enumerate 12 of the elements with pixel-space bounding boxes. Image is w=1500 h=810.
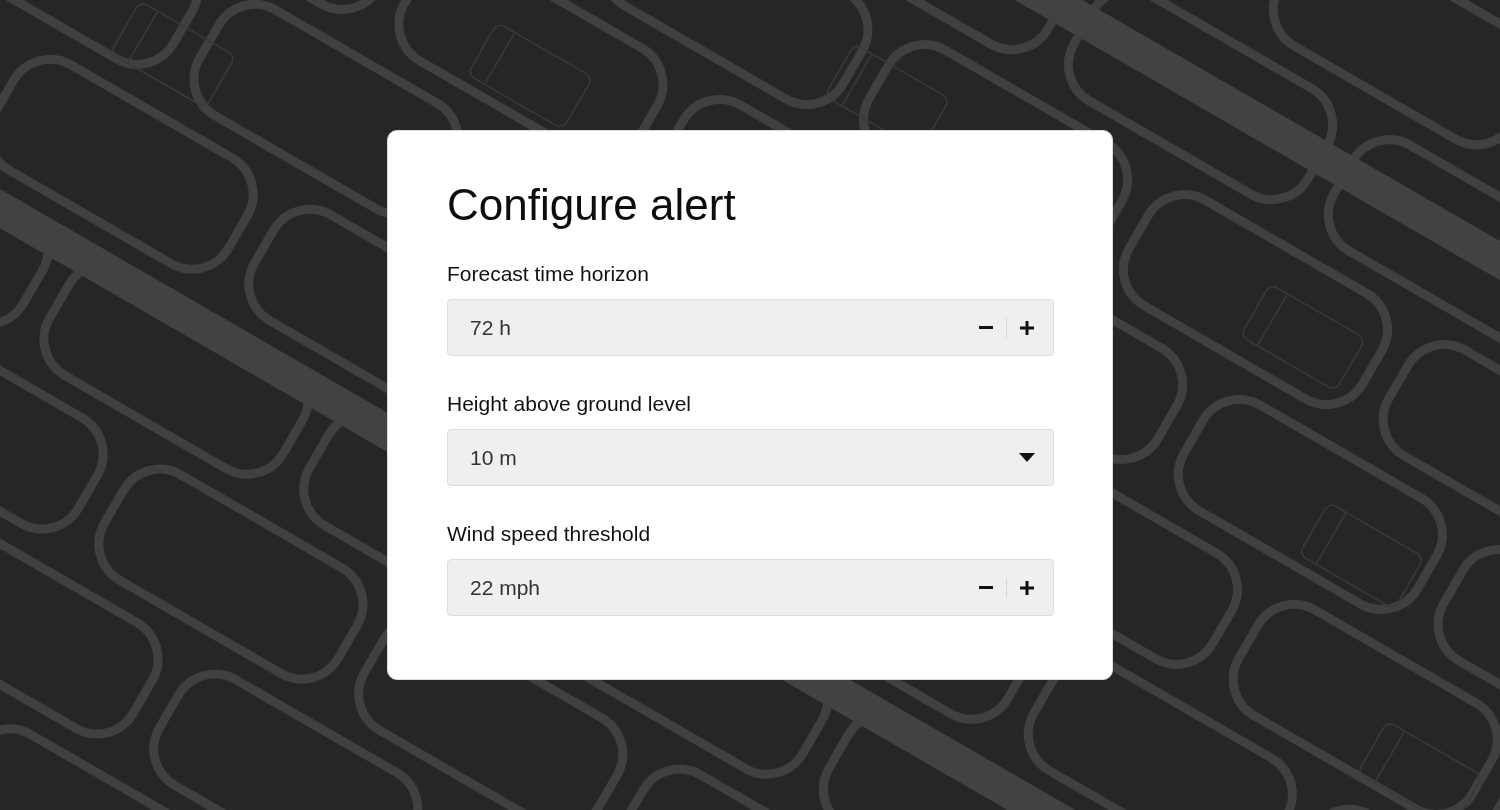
number-field[interactable]: 22 mph xyxy=(447,559,1054,616)
minus-icon xyxy=(979,586,993,589)
dialog-title: Configure alert xyxy=(447,179,736,231)
minus-icon xyxy=(979,326,993,329)
caret-icon xyxy=(1019,453,1035,462)
field-label: Wind speed threshold xyxy=(447,521,651,547)
plus-icon xyxy=(1020,320,1034,335)
plus-icon xyxy=(1020,580,1034,595)
number-field[interactable]: 72 h xyxy=(447,299,1054,356)
field-label: Height above ground level xyxy=(447,391,691,417)
field-label: Forecast time horizon xyxy=(447,261,649,287)
dropdown-field[interactable]: 10 m xyxy=(447,429,1054,486)
